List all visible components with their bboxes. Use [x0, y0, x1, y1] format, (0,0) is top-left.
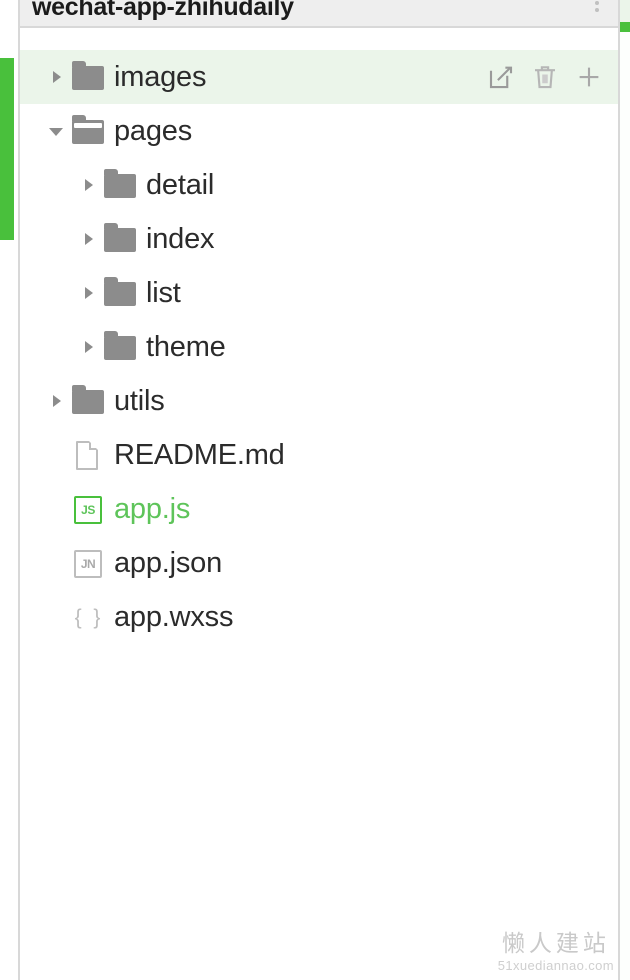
tree-item-label: pages [114, 114, 604, 148]
folder-closed-icon [68, 385, 110, 417]
document-glyph [76, 441, 98, 470]
tree-row-file[interactable]: JS app.js [20, 482, 618, 536]
tree-item-label: app.js [114, 492, 604, 526]
style-file-icon: { } [68, 601, 110, 633]
folder-glyph [104, 228, 136, 252]
edit-icon[interactable] [486, 62, 516, 92]
tree-item-label: detail [146, 168, 604, 202]
file-tree: images pages detail index list theme utils READ… [20, 50, 618, 644]
trash-icon[interactable] [530, 62, 560, 92]
file-type-badge: JS [74, 496, 102, 524]
folder-glyph [104, 336, 136, 360]
tree-item-label: utils [114, 384, 604, 418]
row-actions [486, 62, 604, 92]
tree-row-folder[interactable]: pages [20, 104, 618, 158]
twisty-placeholder [46, 498, 68, 520]
file-explorer-panel: wechat-app-zhihudaily imagespagesdetaili… [18, 0, 620, 980]
tree-row-folder[interactable]: utils [20, 374, 618, 428]
folder-closed-icon [100, 223, 142, 255]
tree-row-file[interactable]: README.md [20, 428, 618, 482]
chevron-right-icon[interactable] [46, 66, 68, 88]
folder-glyph [72, 390, 104, 414]
tree-row-folder[interactable]: list [20, 266, 618, 320]
chevron-right-icon[interactable] [78, 336, 100, 358]
tree-row-folder[interactable]: index [20, 212, 618, 266]
folder-glyph [72, 66, 104, 90]
watermark-text-url: 51xuediannao.com [498, 958, 614, 974]
folder-closed-icon [68, 61, 110, 93]
tree-row-file[interactable]: JN app.json [20, 536, 618, 590]
tree-row-file[interactable]: { } app.wxss [20, 590, 618, 644]
tree-item-label: index [146, 222, 604, 256]
tree-row-folder[interactable]: theme [20, 320, 618, 374]
panel-header: wechat-app-zhihudaily [20, 0, 618, 28]
more-vertical-icon[interactable] [586, 0, 608, 22]
folder-open-icon [68, 115, 110, 147]
chevron-down-icon[interactable] [46, 120, 68, 142]
chevron-right-icon[interactable] [78, 174, 100, 196]
header-gap [20, 28, 618, 50]
folder-glyph [72, 120, 104, 144]
watermark-text-cn: 懒人建站 [498, 930, 614, 958]
file-type-badge: JN [74, 550, 102, 578]
json-file-icon: JN [68, 547, 110, 579]
folder-glyph [104, 282, 136, 306]
chevron-right-icon[interactable] [78, 282, 100, 304]
tree-item-label: app.json [114, 546, 604, 580]
twisty-placeholder [46, 444, 68, 466]
folder-glyph [104, 174, 136, 198]
tree-item-label: images [114, 60, 486, 94]
left-accent-bar [0, 58, 14, 240]
folder-closed-icon [100, 169, 142, 201]
page-title: wechat-app-zhihudaily [32, 0, 586, 22]
plus-icon[interactable] [574, 62, 604, 92]
brace-glyph: { } [72, 603, 106, 633]
tree-item-label: app.wxss [114, 600, 604, 634]
chevron-right-icon[interactable] [78, 228, 100, 250]
tree-item-label: README.md [114, 438, 604, 472]
chevron-right-icon[interactable] [46, 390, 68, 412]
tree-row-folder[interactable]: images [20, 50, 618, 104]
twisty-placeholder [46, 606, 68, 628]
tree-row-folder[interactable]: detail [20, 158, 618, 212]
tree-item-label: list [146, 276, 604, 310]
document-file-icon [68, 439, 110, 471]
folder-closed-icon [100, 277, 142, 309]
tree-item-label: theme [146, 330, 604, 364]
twisty-placeholder [46, 552, 68, 574]
watermark: 懒人建站 51xuediannao.com [498, 930, 614, 974]
js-file-icon: JS [68, 493, 110, 525]
folder-closed-icon [100, 331, 142, 363]
